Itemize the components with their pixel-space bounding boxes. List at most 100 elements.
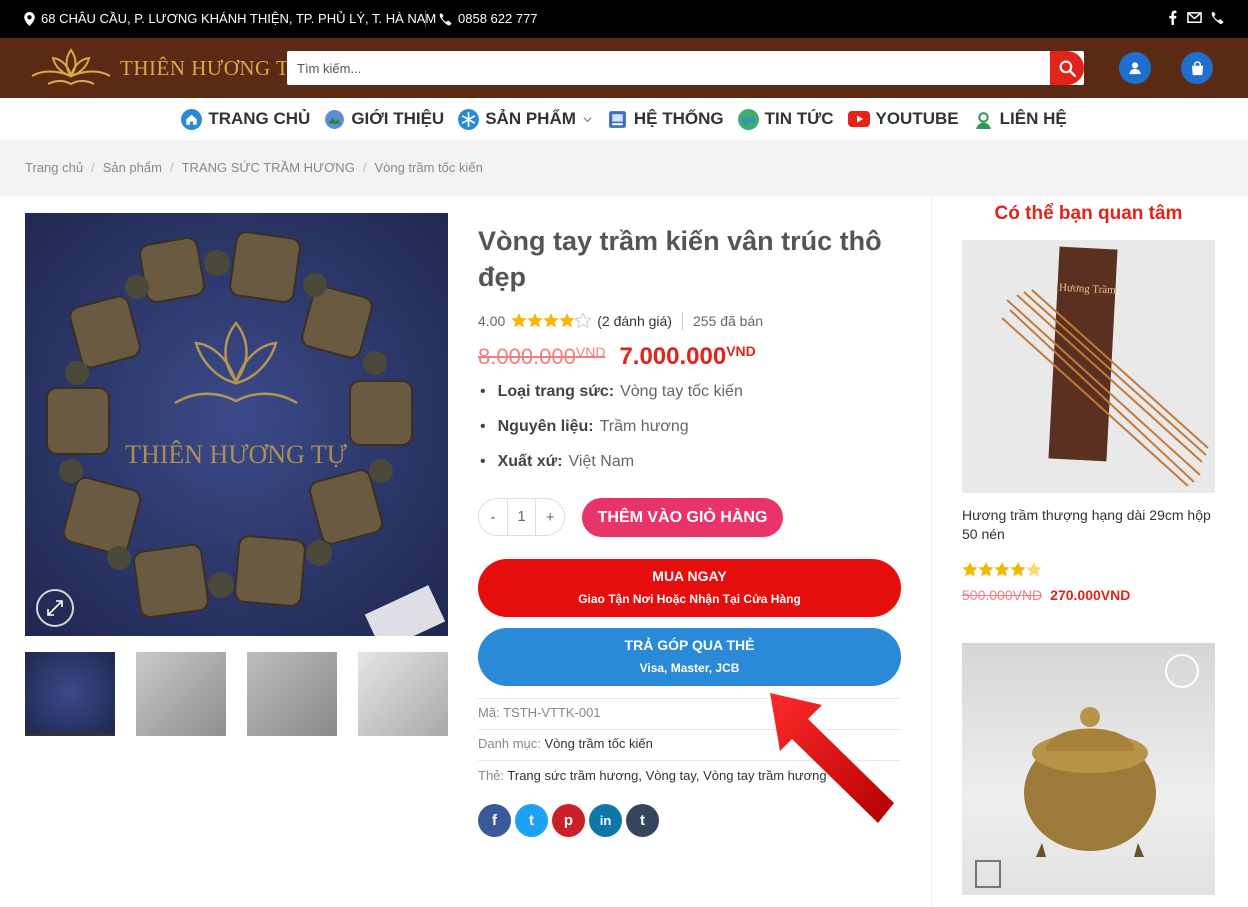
system-icon — [608, 110, 626, 128]
incense-box-image: Hương Trầm — [1001, 246, 1209, 487]
buy-now-button[interactable]: MUA NGAY Giao Tận Nơi Hoặc Nhận Tại Cửa … — [478, 559, 901, 617]
sidebar-divider — [931, 196, 932, 907]
product-attributes: Loại trang sức: Vòng tay tốc kiến Nguyên … — [480, 383, 743, 488]
breadcrumb-products[interactable]: Sản phẩm — [103, 160, 162, 175]
breadcrumb-current[interactable]: Vòng trầm tốc kiến — [374, 160, 482, 175]
sidebar-old-price: 500.000VND — [962, 587, 1043, 603]
logo[interactable]: THIÊN HƯƠNG TỰ — [28, 46, 306, 90]
nav-item-news[interactable]: TIN TỨC — [737, 108, 834, 130]
share-buttons: f t p in t — [478, 804, 659, 837]
thumbnail-3[interactable] — [247, 652, 337, 736]
sidebar-title: Có thể bạn quan tâm — [994, 203, 1183, 224]
review-count[interactable]: (2 đánh giá) — [597, 313, 672, 329]
quantity-input[interactable]: 1 — [506, 499, 537, 535]
linkedin-icon: in — [599, 813, 612, 828]
attribute-value: Việt Nam — [568, 453, 635, 470]
currency: VND — [575, 344, 606, 360]
nav-item-about[interactable]: GIỚI THIỆU — [324, 109, 444, 130]
divider — [425, 10, 426, 27]
nav-label: YOUTUBE — [875, 109, 959, 128]
share-twitter-button[interactable]: t — [515, 804, 548, 837]
quantity-minus-button[interactable]: - — [479, 509, 507, 526]
category-link[interactable]: Vòng trầm tốc kiến — [545, 736, 653, 751]
wishlist-heart-icon[interactable] — [1165, 654, 1199, 688]
account-button[interactable] — [1119, 52, 1151, 84]
old-price-value: 8.000.000 — [478, 344, 576, 369]
star-rating-icon — [962, 562, 1042, 577]
main-nav: TRANG CHỦ GIỚI THIỆU SẢN PHẨM HỆ THỐNG T… — [0, 98, 1248, 140]
sku-value: TSTH-VTTK-001 — [503, 705, 601, 720]
bracelet-image: THIÊN HƯƠNG TỰ — [46, 231, 446, 636]
category-label: Danh mục: — [478, 736, 541, 751]
price-row: 8.000.000VND 7.000.000VND — [478, 340, 756, 371]
breadcrumb-category[interactable]: TRANG SỨC TRẦM HƯƠNG — [182, 160, 355, 175]
attribute-item: Xuất xứ: Việt Nam — [480, 453, 743, 488]
attribute-value: Vòng tay tốc kiến — [620, 383, 743, 400]
facebook-icon[interactable] — [1166, 10, 1179, 25]
quantity-stepper: - 1 + — [478, 498, 565, 536]
product-main-image[interactable]: THIÊN HƯƠNG TỰ — [25, 213, 448, 636]
nav-item-system[interactable]: HỆ THỐNG — [607, 109, 724, 130]
zoom-button[interactable] — [36, 589, 74, 627]
quantity-plus-button[interactable]: + — [536, 509, 564, 526]
phone[interactable]: 0858 622 777 — [438, 11, 538, 26]
installment-sublabel: Visa, Master, JCB — [639, 661, 740, 675]
home-icon — [181, 108, 203, 130]
breadcrumb-home[interactable]: Trang chủ — [25, 160, 83, 175]
sidebar-product-name[interactable]: Hương trầm thượng hạng dài 29cm hộp 50 n… — [962, 506, 1222, 544]
thumbnail-2[interactable] — [136, 652, 226, 736]
image-watermark-text: THIÊN HƯƠNG TỰ — [125, 440, 348, 469]
phone-text: 0858 622 777 — [458, 11, 538, 26]
breadcrumb-separator: / — [91, 160, 95, 175]
nav-item-youtube[interactable]: YOUTUBE — [847, 109, 959, 129]
attribute-key: Nguyên liệu: — [497, 418, 594, 435]
share-facebook-button[interactable]: f — [478, 804, 511, 837]
installment-button[interactable]: TRẢ GÓP QUA THẺ Visa, Master, JCB — [478, 628, 901, 686]
search-input[interactable] — [287, 51, 1050, 85]
phone-icon[interactable] — [1210, 10, 1224, 25]
search-icon — [1059, 60, 1076, 77]
user-icon — [1129, 62, 1141, 75]
rating-row: 4.00 (2 đánh giá) 255 đã bán — [478, 312, 763, 330]
star-rating-icon — [511, 313, 592, 329]
rating-value: 4.00 — [478, 313, 506, 329]
sidebar-product-price: 500.000VND 270.000VND — [962, 587, 1130, 603]
map-pin-icon — [24, 11, 35, 26]
share-tumblr-button[interactable]: t — [626, 804, 659, 837]
product-title: Vòng tay trầm kiến vân trúc thô đẹp — [478, 226, 882, 292]
email-icon[interactable] — [1187, 10, 1202, 25]
attribute-key: Xuất xứ: — [497, 453, 563, 470]
sku-label: Mã: — [478, 705, 500, 720]
cart-button[interactable] — [1181, 52, 1213, 84]
sold-count: 255 đã bán — [692, 313, 764, 329]
red-arrow-icon — [770, 693, 894, 823]
attribute-value: Trầm hương — [599, 418, 689, 435]
nav-item-home[interactable]: TRANG CHỦ — [181, 108, 310, 130]
tumblr-icon: t — [640, 812, 645, 829]
incense-burner-image — [975, 654, 1199, 888]
thumbnail-strip — [25, 652, 448, 736]
address-text: 68 CHÂU CẦU, P. LƯƠNG KHÁNH THIỆN, TP. P… — [41, 11, 437, 26]
nav-item-contact[interactable]: LIÊN HỆ — [973, 109, 1067, 130]
sidebar-product-image-1[interactable]: Hương Trầm — [962, 240, 1215, 493]
breadcrumb-bar: Trang chủ / Sản phẩm / TRANG SỨC TRẦM HƯ… — [0, 140, 1248, 196]
share-pinterest-button[interactable]: p — [552, 804, 585, 837]
divider — [681, 312, 683, 330]
quick-view-bag-icon[interactable] — [975, 860, 1001, 888]
snowflake-icon — [458, 108, 480, 130]
contact-icon — [975, 111, 991, 129]
twitter-icon: t — [529, 812, 534, 829]
new-price: 7.000.000VND — [619, 343, 755, 371]
search-button[interactable] — [1050, 51, 1084, 85]
chevron-down-icon — [583, 116, 592, 122]
sidebar-new-price: 270.000VND — [1050, 587, 1131, 603]
nav-item-products[interactable]: SẢN PHẨM — [458, 108, 593, 130]
add-to-cart-button[interactable]: THÊM VÀO GIỎ HÀNG — [582, 498, 783, 537]
share-linkedin-button[interactable]: in — [589, 804, 622, 837]
thumbnail-4[interactable] — [358, 652, 448, 736]
thumbnail-1[interactable] — [25, 652, 115, 736]
sidebar-product-image-2[interactable] — [962, 643, 1215, 895]
buy-now-sublabel: Giao Tận Nơi Hoặc Nhận Tại Cửa Hàng — [578, 592, 801, 606]
logo-text: THIÊN HƯƠNG TỰ — [120, 55, 307, 80]
cart-icon — [1191, 60, 1203, 75]
